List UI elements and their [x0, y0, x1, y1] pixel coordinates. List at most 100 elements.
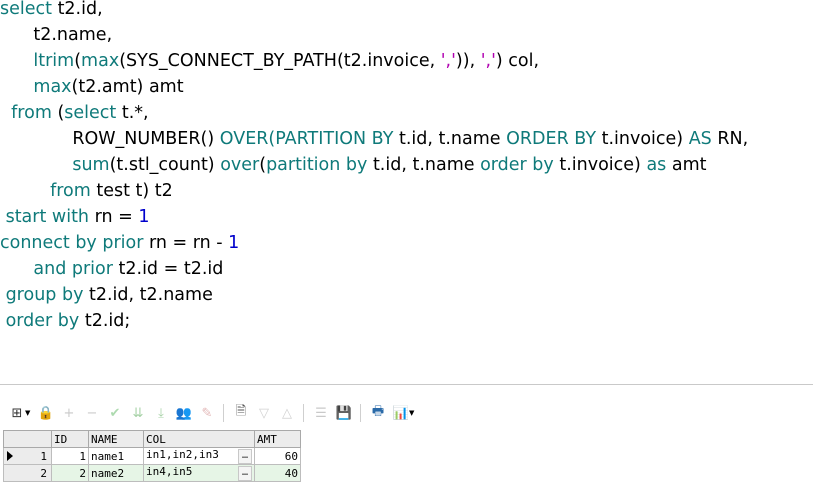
sql-token: as [646, 155, 667, 175]
query-by-example-icon[interactable]: 👥 [174, 403, 194, 423]
sql-token: select [0, 0, 52, 19]
row-number: 1 [40, 449, 47, 463]
current-row-pointer-icon [7, 451, 13, 461]
table-row[interactable]: 2 2 name2 in4,in5 … 40 [3, 464, 301, 482]
sql-line: select t2.id, [0, 0, 103, 22]
cell-amt[interactable]: 60 [254, 447, 301, 465]
add-record-icon[interactable]: + [59, 403, 79, 423]
cell-name[interactable]: name2 [88, 464, 144, 482]
grid-header-row: ID NAME COL AMT [3, 430, 301, 448]
cell-col[interactable]: in4,in5 … [143, 464, 255, 482]
sql-line: ROW_NUMBER() OVER(PARTITION BY t.id, t.n… [0, 126, 748, 152]
sql-token: test t) t2 [90, 181, 173, 201]
column-header-col[interactable]: COL [143, 430, 255, 448]
grid-layout-icon[interactable]: ⊞ [7, 403, 27, 423]
cell-col-value: in1,in2,in3 [146, 448, 219, 462]
editor-grid-splitter[interactable] [0, 384, 813, 390]
delete-record-icon[interactable]: − [82, 403, 102, 423]
toolbar-separator [223, 404, 224, 422]
sql-token: from [11, 103, 52, 123]
export-grid-icon[interactable]: ☰ [311, 403, 331, 423]
dropdown-arrow-icon[interactable]: ▼ [25, 409, 33, 417]
column-header-name[interactable]: NAME [88, 430, 144, 448]
sql-line: order by t2.id; [0, 308, 131, 334]
sql-token: RN, [711, 129, 749, 149]
single-record-view-icon[interactable]: 🗎 [231, 403, 251, 423]
column-header-amt[interactable]: AMT [254, 430, 301, 448]
post-changes-icon[interactable]: ✔ [105, 403, 125, 423]
sql-line: and prior t2.id = t2.id [0, 256, 223, 282]
cell-id[interactable]: 1 [51, 447, 89, 465]
cell-id[interactable]: 2 [51, 464, 89, 482]
sql-token: ',' [440, 51, 456, 71]
toolbar-separator [360, 404, 361, 422]
previous-record-icon[interactable]: △ [277, 403, 297, 423]
sql-token: amt [666, 155, 707, 175]
cell-col[interactable]: in1,in2,in3 … [143, 447, 255, 465]
sql-line: t2.name, [0, 22, 112, 48]
dropdown-arrow-icon[interactable]: ▼ [409, 409, 417, 417]
result-grid-toolbar: ⊞ ▼ 🔒 + − ✔ ⇊ ⤓ 👥 ✎ 🗎 ▽ △ ☰ 💾 🖶 📊 ▼ [0, 398, 813, 428]
cell-amt[interactable]: 40 [254, 464, 301, 482]
sql-token: rn = [89, 207, 139, 227]
table-row[interactable]: 1 1 name1 in1,in2,in3 … 60 [3, 447, 301, 465]
sql-line: sum(t.stl_count) over(partition by t.id,… [0, 152, 706, 178]
chart-icon[interactable]: 📊 [391, 403, 411, 423]
cell-name[interactable]: name1 [88, 447, 144, 465]
sql-token: t.*, [116, 103, 149, 123]
sql-line: connect by prior rn = rn - 1 [0, 230, 239, 256]
clear-record-icon[interactable]: ✎ [197, 403, 217, 423]
row-header[interactable]: 1 [3, 447, 52, 465]
sql-editor[interactable]: select t2.id, t2.name, ltrim(max(SYS_CON… [0, 0, 813, 384]
ellipsis-button[interactable]: … [238, 449, 252, 464]
sql-token: ( [51, 103, 65, 123]
sql-token: and prior [33, 259, 113, 279]
sql-line: from test t) t2 [0, 178, 173, 204]
lock-icon[interactable]: 🔒 [36, 403, 56, 423]
sql-token: t2.id; [79, 311, 131, 331]
sql-token: AS [688, 129, 712, 149]
print-icon[interactable]: 🖶 [368, 403, 388, 423]
sql-token: ',' [480, 51, 496, 71]
next-record-icon[interactable]: ▽ [254, 403, 274, 423]
sql-token: ltrim [33, 51, 75, 71]
sql-token: t.invoice) [596, 129, 689, 149]
sql-token: t2.id, [52, 0, 103, 19]
sql-line: ltrim(max(SYS_CONNECT_BY_PATH(t2.invoice… [0, 48, 539, 74]
toolbar-separator [303, 404, 304, 422]
sql-token: over [220, 155, 260, 175]
sql-token: 1 [228, 233, 240, 253]
sql-token: connect by prior [0, 233, 144, 253]
grid-corner-cell[interactable] [3, 430, 52, 448]
sql-token: OVER(PARTITION BY [219, 129, 394, 149]
result-grid[interactable]: ID NAME COL AMT 1 1 name1 in1,in2,in3 … … [3, 430, 301, 482]
sql-token: partition by [266, 155, 368, 175]
sql-token: order by [5, 311, 80, 331]
sql-token: max [81, 51, 120, 71]
sql-token: t2.name, [0, 25, 113, 45]
save-icon[interactable]: 💾 [334, 403, 354, 423]
sql-token: (t2.amt) amt [71, 77, 184, 97]
sql-token: start with [5, 207, 90, 227]
sql-line: start with rn = 1 [0, 204, 150, 230]
sql-token: max [33, 77, 72, 97]
sql-line: group by t2.id, t2.name [0, 282, 213, 308]
column-header-id[interactable]: ID [51, 430, 89, 448]
cell-col-value: in4,in5 [146, 465, 193, 479]
fetch-next-page-icon[interactable]: ⇊ [128, 403, 148, 423]
row-header[interactable]: 2 [3, 464, 52, 482]
ellipsis-button[interactable]: … [238, 466, 252, 481]
sql-token: 1 [138, 207, 150, 227]
sql-token: ) col, [495, 51, 540, 71]
row-number: 2 [40, 466, 47, 480]
fetch-last-page-icon[interactable]: ⤓ [151, 403, 171, 423]
sql-token: t.id, t.name [367, 155, 481, 175]
sql-token: )), [455, 51, 481, 71]
sql-line: max(t2.amt) amt [0, 74, 184, 100]
sql-token: from [50, 181, 91, 201]
